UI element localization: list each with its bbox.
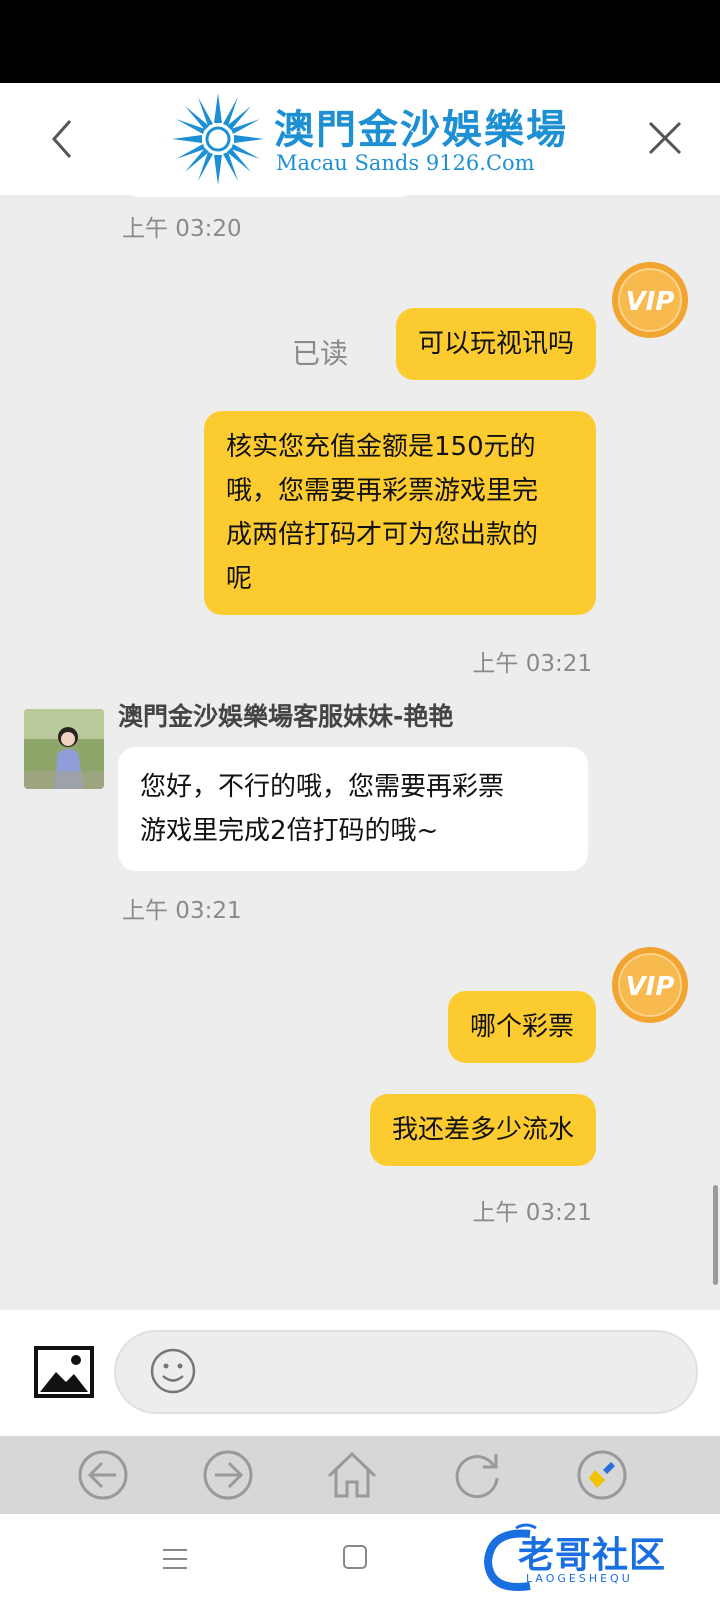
sun-logo-icon: [172, 93, 264, 185]
browser-refresh-button[interactable]: [450, 1448, 504, 1502]
home-icon: [327, 1451, 377, 1498]
timestamp: 上午 03:21: [472, 1200, 592, 1226]
browser-home-button[interactable]: [325, 1448, 379, 1502]
image-icon: [34, 1346, 94, 1398]
timestamp: 上午 03:21: [472, 651, 592, 677]
close-icon: [648, 121, 682, 155]
brand-logo: 澳門金沙娛樂場 Macau Sands 9126.Com: [168, 89, 566, 189]
chevron-left-icon: [51, 120, 72, 158]
message-input-bar: [0, 1310, 720, 1436]
refresh-icon: [455, 1454, 499, 1499]
message-input[interactable]: [114, 1330, 698, 1414]
emoji-button[interactable]: [148, 1346, 198, 1396]
agent-avatar[interactable]: [24, 709, 104, 789]
browser-clean-button[interactable]: [575, 1448, 629, 1502]
user-message-bubble[interactable]: 核实您充值金额是150元的 哦，您需要再彩票游戏里完 成两倍打码才可为您出款的 …: [204, 411, 596, 615]
vip-badge-icon: VIP: [612, 262, 688, 338]
vip-avatar: VIP: [610, 945, 690, 1025]
arrow-left-icon: [78, 1450, 128, 1500]
message-line: 成两倍打码才可为您出款的: [226, 520, 539, 550]
message-line: 游戏里完成2倍打码的哦~: [140, 816, 439, 846]
image-upload-button[interactable]: [34, 1346, 94, 1398]
read-status: 已读: [292, 337, 349, 370]
watermark-text: 老哥社区: [518, 1535, 667, 1576]
message-line: 核实您充值金额是150元的: [226, 432, 536, 462]
home-button[interactable]: [340, 1542, 370, 1572]
browser-forward-button[interactable]: [201, 1448, 255, 1502]
user-message-bubble[interactable]: 我还差多少流水: [369, 1094, 596, 1166]
user-message-bubble[interactable]: 可以玩视讯吗: [395, 308, 596, 380]
recent-apps-button[interactable]: [160, 1544, 190, 1574]
chat-message-list[interactable]: 上午 03:20 VIP 已读 可以玩视讯吗 核实您充值金额是150元的 哦，您…: [0, 195, 720, 1310]
agent-name: 澳門金沙娛樂場客服妹妹-艳艳: [118, 702, 454, 731]
vip-badge-text: VIP: [626, 287, 675, 317]
smiley-icon: [150, 1348, 196, 1394]
timestamp: 上午 03:20: [122, 216, 242, 242]
close-button[interactable]: [640, 113, 690, 163]
status-bar: [0, 0, 720, 83]
agent-photo-icon: [24, 709, 104, 789]
agent-message-bubble-partial: [124, 195, 414, 197]
user-message-bubble[interactable]: 哪个彩票: [447, 991, 596, 1063]
timestamp: 上午 03:21: [122, 898, 242, 924]
agent-message-bubble[interactable]: 您好，不行的哦，您需要再彩票 游戏里完成2倍打码的哦~: [118, 747, 588, 871]
watermark-subtext: LAOGESHEQU: [526, 1572, 633, 1585]
arrow-right-icon: [203, 1450, 253, 1500]
browser-toolbar: [0, 1436, 720, 1514]
scrollbar[interactable]: [713, 1185, 718, 1285]
message-line: 呢: [226, 564, 253, 594]
message-line: 哦，您需要再彩票游戏里完: [226, 476, 539, 506]
broom-icon: [577, 1450, 627, 1500]
message-line: 您好，不行的哦，您需要再彩票: [140, 772, 505, 802]
watermark: 老哥社区 LAOGESHEQU: [480, 1520, 710, 1600]
logo-title-cn: 澳門金沙娛樂場: [274, 106, 568, 153]
square-icon: [343, 1545, 367, 1569]
menu-icon: [163, 1549, 187, 1569]
header: 澳門金沙娛樂場 Macau Sands 9126.Com: [0, 83, 720, 195]
vip-badge-icon: VIP: [612, 947, 688, 1023]
message-text: 可以玩视讯吗: [417, 329, 574, 359]
vip-avatar: VIP: [610, 260, 690, 340]
browser-back-button[interactable]: [76, 1448, 130, 1502]
message-text: 哪个彩票: [469, 1012, 574, 1042]
vip-badge-text: VIP: [626, 972, 675, 1002]
message-text: 我还差多少流水: [391, 1115, 574, 1145]
logo-title-en: Macau Sands 9126.Com: [276, 151, 535, 175]
system-nav-bar: 老哥社区 LAOGESHEQU: [0, 1514, 720, 1604]
back-button[interactable]: [42, 107, 86, 171]
